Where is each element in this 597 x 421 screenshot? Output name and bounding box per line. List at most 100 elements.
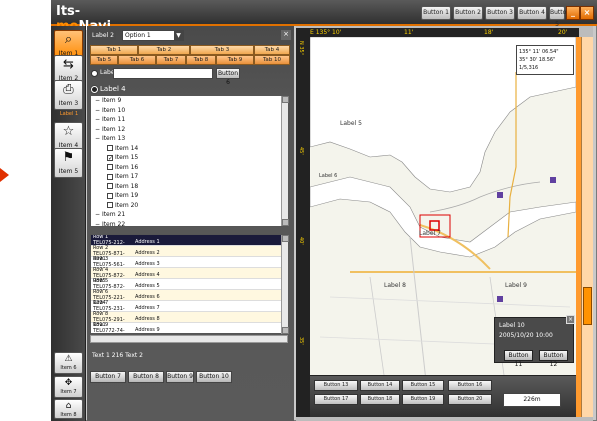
map-tool-button-7[interactable]: Button 19 — [402, 394, 444, 405]
tree-item[interactable]: − Item 9 — [91, 96, 287, 106]
checkbox[interactable] — [107, 173, 113, 180]
tab-category-1[interactable]: Tab 1 — [90, 45, 138, 55]
sidebar-item-view[interactable]: ⚑ Item 5 — [54, 148, 83, 178]
tree-item[interactable]: Item 20 — [91, 201, 287, 211]
checkbox[interactable] — [107, 192, 113, 199]
popup-close-button[interactable]: Button 12 — [539, 350, 568, 368]
tree-item[interactable]: − Item 13 — [91, 134, 287, 144]
toolbar-button-3[interactable]: Button 3 — [485, 6, 515, 20]
scroll-down-icon[interactable] — [282, 327, 289, 334]
result-row[interactable]: Row 1TEL075-212-0611Address 1 — [91, 235, 287, 251]
name-search-radio[interactable] — [91, 70, 98, 77]
map-tool-button-3[interactable]: Button 15 — [402, 380, 444, 391]
tab-subcategory-6[interactable]: Tab 10 — [254, 55, 290, 65]
tab-subcategory-5[interactable]: Tab 9 — [216, 55, 254, 65]
prefecture-select[interactable]: Option 1 ▼ — [122, 30, 184, 41]
map-tool-button-4[interactable]: Button 16 — [448, 380, 492, 391]
map-show-button[interactable]: Button 10 — [196, 371, 232, 383]
view-icon: ⚑ — [62, 150, 75, 165]
tab-category-2[interactable]: Tab 2 — [138, 45, 190, 55]
tab-category-4[interactable]: Tab 4 — [254, 45, 290, 55]
popup-ok-button[interactable]: Button 11 — [504, 350, 533, 368]
result-row[interactable]: Row 6 TEL075-221-1234 Address 6 — [91, 289, 287, 306]
result-row[interactable]: Row 3TEL075-561-2083Address 3 — [91, 256, 287, 273]
result-row[interactable]: Row 2 TEL075-871-8991 Address 2 — [91, 245, 287, 262]
name-input[interactable] — [113, 68, 213, 79]
register-icon: ☆ — [62, 124, 75, 139]
result-row[interactable]: Row 4 TEL075-872-0885 Address 4 — [91, 267, 287, 284]
radar-icon: ✥ — [64, 378, 73, 388]
scroll-up-icon[interactable] — [282, 96, 289, 103]
genre-search-radio[interactable] — [91, 86, 98, 93]
tab-category-3[interactable]: Tab 3 — [190, 45, 254, 55]
checkbox[interactable] — [107, 202, 113, 208]
tree-item[interactable]: Item 19 — [91, 191, 287, 201]
map-zoom-scrollbar[interactable] — [581, 37, 593, 417]
expand-icon[interactable]: − — [95, 221, 102, 227]
help-button[interactable]: Button 2 — [453, 6, 483, 20]
expand-icon[interactable]: − — [95, 211, 102, 218]
checkbox[interactable]: ✓ — [107, 154, 113, 161]
sidebar-item-print[interactable]: ⎙ Item 3 — [54, 80, 83, 110]
tree-item[interactable]: ✓ Item 15 — [91, 153, 287, 163]
latitude-ruler: N 35° 45' 40' 35' — [296, 37, 310, 417]
scroll-down-icon[interactable] — [282, 219, 289, 226]
results-scrollbar[interactable] — [281, 235, 289, 334]
title-bar — [51, 0, 597, 26]
sidebar-item-traffic[interactable]: ⚠ Item 6 — [54, 352, 83, 374]
tree-scrollbar[interactable] — [281, 96, 289, 226]
expand-icon[interactable]: − — [95, 135, 102, 142]
result-row[interactable]: Row 9TEL0772-74-0938Address 9 — [91, 322, 287, 333]
results-hscrollbar[interactable] — [90, 335, 288, 343]
checkbox[interactable] — [107, 183, 113, 189]
map-tool-button-2[interactable]: Button 14 — [360, 380, 400, 391]
checkbox[interactable] — [107, 145, 113, 151]
chevron-down-icon: ▼ — [174, 31, 183, 40]
checkbox[interactable] — [107, 164, 113, 170]
app-logo: Its-moNavi — [56, 4, 111, 34]
sidebar-item-radar[interactable]: ✥ Item 7 — [54, 376, 83, 398]
toolbar-button-1[interactable]: Button 1 — [421, 6, 451, 20]
result-row[interactable]: Row 7TEL075-231-1811Address 7 — [91, 300, 287, 317]
search-icon: ⌕ — [64, 32, 73, 47]
tab-subcategory-3[interactable]: Tab 7 — [156, 55, 186, 65]
tab-subcategory-4[interactable]: Tab 8 — [186, 55, 216, 65]
tree-item[interactable]: − Item 10 — [91, 106, 287, 116]
next-page-button[interactable]: Button 8 — [128, 371, 164, 383]
genre-label: Label 4 — [100, 85, 126, 93]
tree-item[interactable]: Item 16 — [91, 163, 287, 173]
tree-item[interactable]: − Item 12 — [91, 125, 287, 135]
expand-icon[interactable]: − — [95, 97, 102, 104]
clear-button[interactable]: Button 9 — [166, 371, 194, 383]
map-tool-button-6[interactable]: Button 18 — [360, 394, 400, 405]
tree-item[interactable]: − Item 21 — [91, 210, 287, 220]
close-button[interactable]: × — [580, 6, 594, 20]
map-tool-button-8[interactable]: Button 20 — [448, 394, 492, 405]
expand-icon[interactable]: − — [95, 126, 102, 133]
map-tool-button-5[interactable]: Button 17 — [314, 394, 358, 405]
close-icon[interactable]: × — [566, 315, 575, 324]
result-row[interactable]: Row 8 TEL075-291-1811 Address 8 — [91, 311, 287, 328]
sidebar-item-home[interactable]: ⌂ Item 8 — [54, 399, 83, 419]
tree-item[interactable]: Item 14 — [91, 144, 287, 154]
result-row[interactable]: Row 5TEL075-872-2285Address 5 — [91, 278, 287, 295]
close-icon[interactable]: × — [281, 30, 291, 40]
toolbar-button-4[interactable]: Button 4 — [517, 6, 547, 20]
tab-subcategory-2[interactable]: Tab 6 — [118, 55, 156, 65]
tree-item[interactable]: − Item 22 — [91, 220, 287, 227]
name-search-button[interactable]: Button 6 — [216, 68, 240, 86]
tree-item[interactable]: Item 18 — [91, 182, 287, 192]
expand-icon[interactable]: − — [95, 107, 102, 114]
tab-subcategory-1[interactable]: Tab 5 — [90, 55, 118, 65]
toolbar-button-5[interactable]: Button 5 — [549, 6, 570, 28]
prev-page-button[interactable]: Button 7 — [90, 371, 126, 383]
popup-time: 2005/10/20 10:00 — [499, 332, 553, 339]
tree-item[interactable]: − Item 11 — [91, 115, 287, 125]
map-tool-button-1[interactable]: Button 13 — [314, 380, 358, 391]
minimize-button[interactable]: _ — [566, 6, 580, 20]
zoom-slider-handle[interactable] — [583, 287, 592, 325]
expand-icon[interactable]: − — [95, 116, 102, 123]
route-icon: ⇆ — [63, 57, 74, 72]
tree-item[interactable]: Item 17 — [91, 172, 287, 182]
scroll-up-icon[interactable] — [282, 235, 289, 242]
